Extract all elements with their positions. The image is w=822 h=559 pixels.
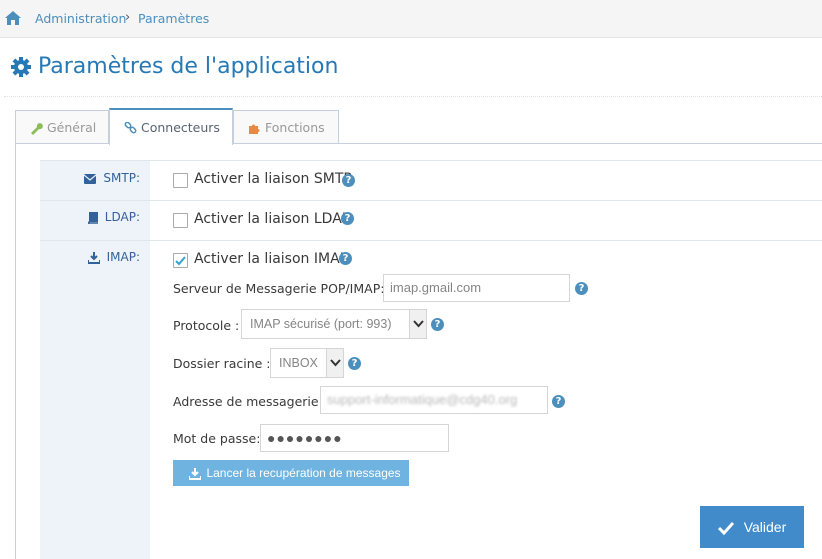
- smtp-row-label: SMTP:: [84, 171, 140, 185]
- smtp-help-icon[interactable]: ?: [342, 174, 355, 187]
- tab-general[interactable]: Général: [15, 110, 109, 144]
- link-icon: [124, 122, 137, 134]
- validate-button[interactable]: Valider: [700, 506, 804, 548]
- row-divider: [40, 200, 822, 201]
- imap-row-label: IMAP:: [87, 250, 140, 264]
- ldap-help-icon[interactable]: ?: [341, 212, 354, 225]
- imap-help-icon[interactable]: ?: [339, 252, 352, 265]
- protocol-label: Protocole :: [173, 318, 240, 333]
- breadcrumb-administration-link[interactable]: Administration: [35, 11, 126, 26]
- protocol-select[interactable]: IMAP sécurisé (port: 993): [241, 309, 427, 339]
- ldap-label: LDAP:: [104, 210, 140, 224]
- password-input[interactable]: ●●●●●●●●: [260, 424, 449, 452]
- download-icon: [189, 467, 202, 480]
- email-value: support-informatique@cdg40.org: [327, 392, 518, 407]
- fetch-messages-label: Lancer la recupération de messages: [206, 466, 401, 480]
- server-input[interactable]: imap.gmail.com: [383, 274, 570, 302]
- tab-connecteurs[interactable]: Connecteurs: [109, 108, 233, 145]
- ldap-enable-checkbox[interactable]: [173, 213, 188, 228]
- ldap-row-label: LDAP:: [87, 210, 140, 224]
- email-help-icon[interactable]: ?: [552, 395, 565, 408]
- folder-label: Dossier racine :: [173, 356, 271, 371]
- folder-help-icon[interactable]: ?: [348, 357, 361, 370]
- checkmark-icon: [175, 256, 186, 266]
- fetch-messages-button[interactable]: Lancer la recupération de messages: [173, 460, 409, 486]
- row-divider: [40, 240, 822, 241]
- gear-icon: [11, 57, 31, 77]
- tab-general-label: Général: [47, 120, 97, 135]
- envelope-icon: [84, 173, 97, 184]
- tab-connecteurs-label: Connecteurs: [141, 120, 220, 135]
- puzzle-icon: [249, 124, 260, 134]
- tab-fonctions-label: Fonctions: [265, 120, 325, 135]
- folder-select-value: INBOX: [279, 356, 318, 370]
- chevron-down-icon: [326, 349, 343, 377]
- check-icon: [717, 522, 734, 536]
- breadcrumb-separator: ›: [125, 10, 131, 25]
- email-label: Adresse de messagerie:: [173, 394, 323, 409]
- server-help-icon[interactable]: ?: [575, 282, 588, 295]
- download-icon: [87, 251, 100, 264]
- ldap-enable-label[interactable]: Activer la liaison LDAP: [194, 211, 350, 227]
- smtp-label: SMTP:: [103, 171, 140, 185]
- wrench-icon: [31, 123, 43, 135]
- row-divider: [40, 160, 822, 161]
- page-title: Paramètres de l'application: [38, 54, 339, 79]
- breadcrumb: Administration › Paramètres: [0, 0, 822, 38]
- folder-select[interactable]: INBOX: [270, 348, 344, 378]
- breadcrumb-parametres-link[interactable]: Paramètres: [138, 11, 209, 26]
- protocol-help-icon[interactable]: ?: [431, 318, 444, 331]
- book-icon: [87, 211, 98, 224]
- chevron-down-icon: [409, 310, 426, 338]
- smtp-enable-label[interactable]: Activer la liaison SMTP: [194, 171, 352, 187]
- protocol-select-value: IMAP sécurisé (port: 993): [250, 317, 392, 331]
- imap-enable-checkbox[interactable]: [173, 253, 188, 268]
- server-label: Serveur de Messagerie POP/IMAP:: [173, 281, 385, 296]
- home-icon[interactable]: [4, 10, 22, 26]
- validate-label: Valider: [743, 519, 787, 535]
- imap-enable-label[interactable]: Activer la liaison IMAP: [194, 251, 348, 267]
- password-label: Mot de passe:: [173, 431, 261, 446]
- title-divider: [4, 96, 822, 97]
- email-input[interactable]: support-informatique@cdg40.org: [320, 386, 548, 414]
- imap-label: IMAP:: [106, 250, 140, 264]
- smtp-enable-checkbox[interactable]: [173, 173, 188, 188]
- tab-fonctions[interactable]: Fonctions: [233, 110, 339, 144]
